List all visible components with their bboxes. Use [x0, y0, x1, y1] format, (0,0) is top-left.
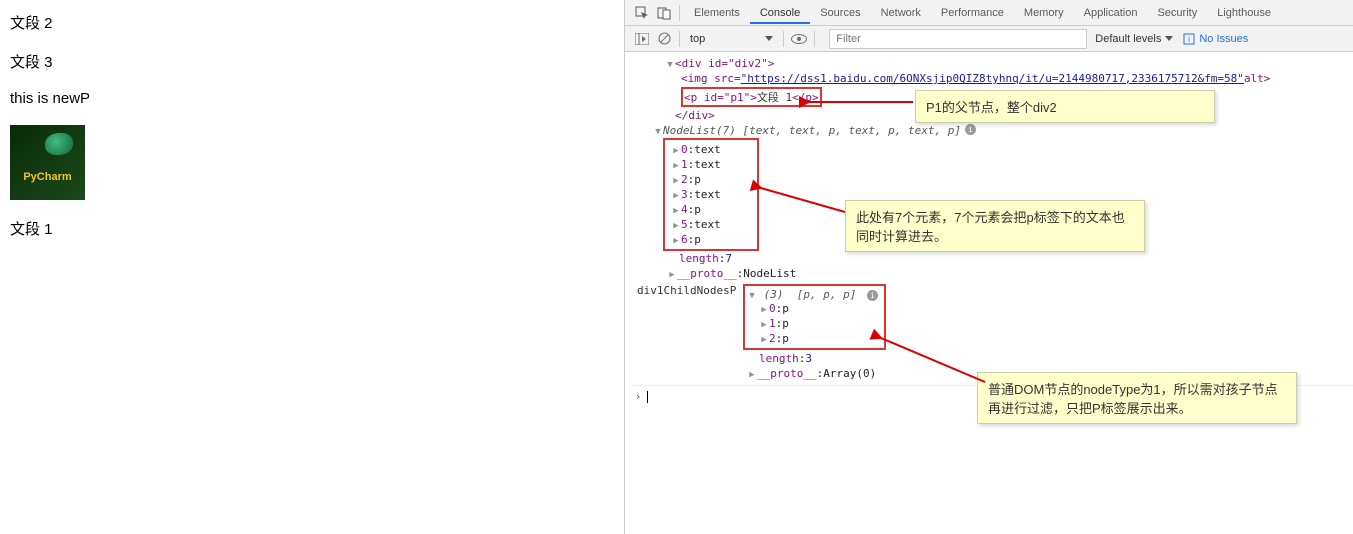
tab-security[interactable]: Security [1147, 2, 1207, 24]
object-prop[interactable]: __proto__: NodeList [631, 266, 1353, 281]
dom-text: 文段 1 [757, 91, 792, 104]
expand-caret-icon[interactable] [671, 233, 681, 246]
log-levels-selector[interactable]: Default levels [1095, 33, 1173, 45]
expand-caret-icon[interactable] [653, 124, 663, 137]
page-preview-pane: 文段 2 文段 3 this is newP PyCharm 文段 1 [0, 0, 625, 534]
dom-node[interactable]: <div id="div2"> [631, 56, 1353, 71]
object-prop[interactable]: 0: text [665, 142, 757, 157]
inspect-icon[interactable] [631, 2, 653, 24]
object-header: (3) [764, 288, 784, 301]
object-prop[interactable]: 5: text [665, 217, 757, 232]
issues-button[interactable]: i No Issues [1183, 33, 1248, 45]
chevron-right-icon: › [631, 390, 645, 403]
expand-caret-icon[interactable] [667, 267, 677, 280]
tab-lighthouse[interactable]: Lighthouse [1207, 2, 1281, 24]
arrow-icon [875, 332, 995, 392]
object-prop[interactable]: 2: p [665, 172, 757, 187]
arrow-icon [755, 182, 855, 222]
device-toggle-icon[interactable] [653, 2, 675, 24]
dom-tag: alt> [1244, 72, 1271, 85]
object-prop[interactable]: 1: text [665, 157, 757, 172]
expand-caret-icon[interactable] [759, 317, 769, 330]
arrow-icon [803, 92, 923, 112]
paragraph: 文段 2 [10, 12, 614, 33]
object-preview: [text, text, p, text, p, text, p] [742, 124, 961, 137]
tab-performance[interactable]: Performance [931, 2, 1014, 24]
separator [814, 31, 815, 47]
expand-caret-icon[interactable] [747, 288, 757, 301]
object-prop[interactable]: 0: p [759, 301, 878, 316]
object-prop[interactable]: 3: text [665, 187, 757, 202]
nodelist-items-box: 0: text1: text2: p3: text4: p5: text6: p [663, 138, 759, 251]
object-prop[interactable]: 4: p [665, 202, 757, 217]
context-selector[interactable]: top [684, 33, 779, 45]
filter-input[interactable] [829, 29, 1087, 49]
dom-tag: <div id="div2"> [675, 57, 774, 70]
object-preview: [p, p, p] [797, 288, 857, 301]
dom-node[interactable]: <img src="https://dss1.baidu.com/6ONXsji… [631, 71, 1353, 86]
dom-tag: <p id="p1"> [684, 91, 757, 104]
expand-caret-icon[interactable] [671, 203, 681, 216]
paragraph: this is newP [10, 90, 614, 107]
tab-network[interactable]: Network [871, 2, 931, 24]
paragraph: 文段 3 [10, 51, 614, 72]
expand-caret-icon[interactable] [671, 188, 681, 201]
tab-console[interactable]: Console [750, 2, 810, 24]
annotation-note: 此处有7个元素，7个元素会把p标签下的文本也同时计算进去。 [845, 200, 1145, 252]
clear-console-icon[interactable] [653, 28, 675, 50]
img-src-link[interactable]: "https://dss1.baidu.com/6ONXsjip0QIZ8tyh… [741, 72, 1244, 85]
filter-input-wrap [829, 29, 1087, 49]
svg-text:i: i [1188, 35, 1190, 44]
object-prop[interactable]: 2: p [759, 331, 878, 346]
object-prop[interactable]: 1: p [759, 316, 878, 331]
expand-caret-icon[interactable] [671, 143, 681, 156]
info-icon[interactable]: i [965, 124, 976, 135]
separator [679, 5, 680, 21]
dom-tag: <img src= [681, 72, 741, 85]
expand-caret-icon[interactable] [747, 367, 757, 380]
dom-tag: </div> [675, 109, 715, 122]
expand-caret-icon[interactable] [759, 302, 769, 315]
tab-elements[interactable]: Elements [684, 2, 750, 24]
annotation-note: 普通DOM节点的nodeType为1，所以需对孩子节点再进行过滤，只把P标签展示… [977, 372, 1297, 424]
tab-application[interactable]: Application [1074, 2, 1148, 24]
paragraph: 文段 1 [10, 218, 614, 239]
log-label: div1ChildNodesP [637, 284, 736, 297]
expand-caret-icon[interactable] [671, 218, 681, 231]
devtools-tabbar: Elements Console Sources Network Perform… [625, 0, 1353, 26]
devtools-panel: Elements Console Sources Network Perform… [625, 0, 1353, 534]
separator [783, 31, 784, 47]
expand-caret-icon[interactable] [759, 332, 769, 345]
expand-caret-icon[interactable] [665, 57, 675, 70]
info-icon[interactable]: i [867, 290, 878, 301]
tab-sources[interactable]: Sources [810, 2, 870, 24]
console-body: <div id="div2"> <img src="https://dss1.b… [625, 52, 1353, 534]
separator [679, 31, 680, 47]
object-prop: length: 7 [631, 251, 1353, 266]
tab-memory[interactable]: Memory [1014, 2, 1074, 24]
sidebar-toggle-icon[interactable] [631, 28, 653, 50]
object-header: NodeList(7) [663, 124, 736, 137]
annotation-note: P1的父节点，整个div2 [915, 90, 1215, 123]
expand-caret-icon[interactable] [671, 158, 681, 171]
console-toolbar: top Default levels i No Issues [625, 26, 1353, 52]
pycharm-image: PyCharm [10, 125, 85, 200]
object-prop[interactable]: 6: p [665, 232, 757, 247]
live-expression-icon[interactable] [788, 28, 810, 50]
expand-caret-icon[interactable] [671, 173, 681, 186]
object-row[interactable]: NodeList(7) [text, text, p, text, p, tex… [631, 123, 1353, 138]
